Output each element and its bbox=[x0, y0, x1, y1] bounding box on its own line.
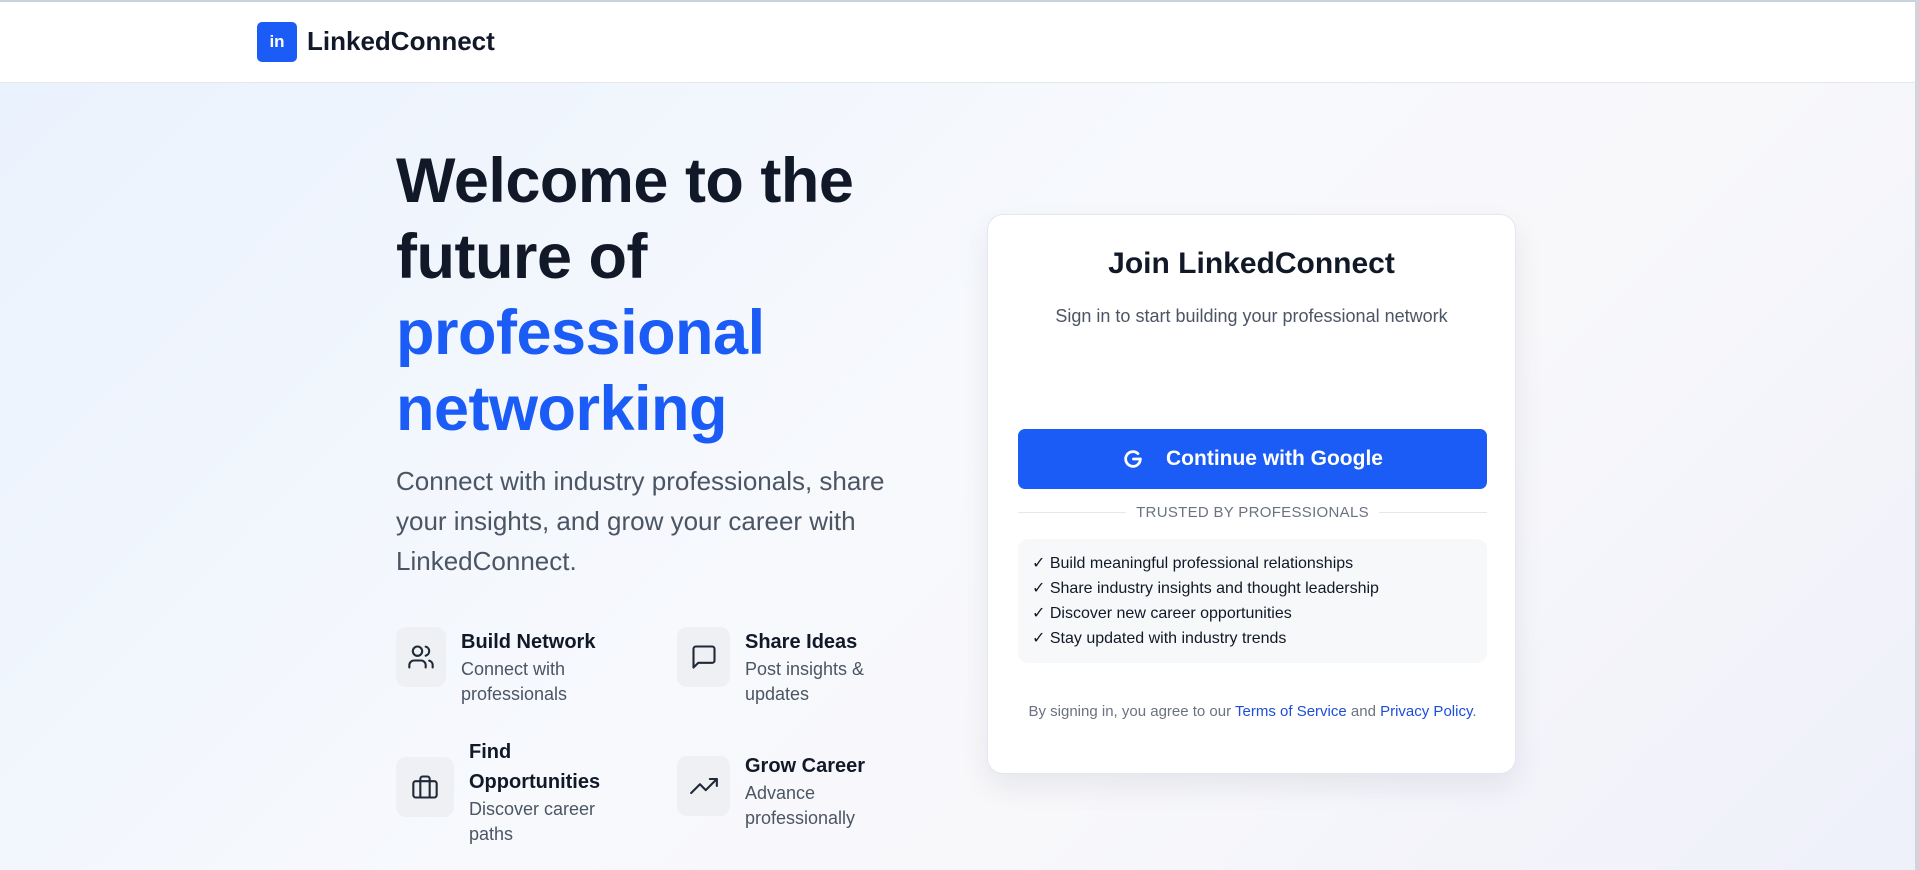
feature-desc: Connect with professionals bbox=[461, 659, 568, 704]
feature-build-network: Build Network Connect with professionals bbox=[396, 627, 626, 707]
hero-title-accent1: professional bbox=[396, 298, 765, 368]
feature-title: Build Network bbox=[461, 631, 596, 653]
feature-title: Grow Career bbox=[745, 755, 866, 777]
benefit-item: ✓ Stay updated with industry trends bbox=[1032, 630, 1287, 647]
trending-up-icon bbox=[677, 756, 730, 816]
card-title: Join LinkedConnect bbox=[1108, 247, 1395, 280]
feature-desc: Post insights & updates bbox=[745, 659, 865, 704]
terms-of-service-link[interactable]: Terms of Service bbox=[1235, 703, 1347, 720]
message-square-icon bbox=[677, 627, 730, 687]
feature-grow-career: Grow Career Advance professionally bbox=[677, 751, 917, 831]
feature-title: Share Ideas bbox=[745, 631, 858, 653]
benefit-item: ✓ Build meaningful professional relation… bbox=[1032, 555, 1354, 572]
terms-prefix: By signing in, you agree to our bbox=[1028, 703, 1232, 720]
main-content: Welcome to the future of professional ne… bbox=[0, 83, 1915, 870]
divider: TRUSTED BY PROFESSIONALS bbox=[1018, 502, 1487, 522]
brand-logo[interactable]: in bbox=[257, 22, 297, 62]
users-icon bbox=[396, 627, 446, 687]
vertical-scrollbar[interactable] bbox=[1915, 0, 1919, 870]
feature-title: Find Opportunities bbox=[469, 741, 601, 793]
continue-with-google-button[interactable]: Continue with Google bbox=[1018, 429, 1487, 489]
hero-title: Welcome to the future of professional ne… bbox=[396, 143, 916, 447]
briefcase-icon bbox=[396, 757, 454, 817]
hero-title-line1: Welcome to the bbox=[396, 146, 854, 216]
brand-name[interactable]: LinkedConnect bbox=[307, 26, 495, 57]
hero-subtitle: Connect with industry professionals, sha… bbox=[396, 466, 885, 576]
terms-notice: By signing in, you agree to our Terms of… bbox=[1028, 702, 1477, 722]
feature-share-ideas: Share Ideas Post insights & updates bbox=[677, 627, 907, 707]
signin-card: Join LinkedConnect Sign in to start buil… bbox=[987, 214, 1516, 774]
privacy-policy-link[interactable]: Privacy Policy bbox=[1380, 703, 1472, 720]
terms-suffix: . bbox=[1472, 703, 1477, 720]
feature-find-opportunities: Find Opportunities Discover career paths bbox=[396, 737, 636, 847]
top-header: in LinkedConnect bbox=[0, 2, 1915, 83]
hero-title-line2: future of bbox=[396, 222, 647, 292]
google-icon bbox=[1124, 450, 1142, 468]
feature-desc: Discover career paths bbox=[469, 799, 596, 844]
terms-and: and bbox=[1350, 703, 1376, 720]
card-subtitle: Sign in to start building your professio… bbox=[1055, 306, 1448, 326]
hero-title-accent2: networking bbox=[396, 374, 728, 444]
google-button-label: Continue with Google bbox=[1166, 447, 1383, 470]
benefit-item: ✓ Share industry insights and thought le… bbox=[1032, 580, 1379, 597]
divider-label: TRUSTED BY PROFESSIONALS bbox=[1136, 503, 1369, 521]
benefit-item: ✓ Discover new career opportunities bbox=[1032, 605, 1292, 622]
feature-desc: Advance professionally bbox=[745, 783, 856, 828]
benefits-list: ✓ Build meaningful professional relation… bbox=[1018, 539, 1487, 663]
